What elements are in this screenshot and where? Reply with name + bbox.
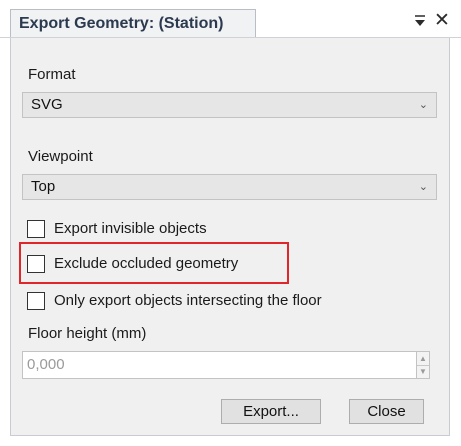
floor-height-label: Floor height (mm) [28, 325, 147, 342]
floor-height-spinner[interactable]: ▲ ▼ [416, 351, 430, 379]
chevron-down-icon: ⌄ [418, 181, 428, 193]
format-value: SVG [31, 96, 63, 113]
export-button[interactable]: Export... [221, 399, 321, 424]
option-intersect-floor[interactable]: Only export objects intersecting the flo… [27, 292, 427, 312]
intersect-floor-label: Only export objects intersecting the flo… [54, 292, 322, 309]
viewpoint-dropdown[interactable]: Top ⌄ [22, 174, 437, 200]
spin-down-icon[interactable]: ▼ [417, 365, 429, 378]
tab-export-geometry[interactable]: Export Geometry: (Station) [10, 9, 256, 38]
floor-height-value: 0,000 [27, 356, 65, 373]
close-button[interactable]: Close [349, 399, 424, 424]
option-exclude-occluded[interactable]: Exclude occluded geometry [27, 255, 285, 275]
exclude-occluded-label: Exclude occluded geometry [54, 255, 239, 272]
viewpoint-value: Top [31, 178, 56, 195]
tab-strip: Export Geometry: (Station) ✕ [0, 0, 461, 38]
intersect-floor-checkbox[interactable] [27, 292, 45, 310]
pin-icon[interactable] [412, 12, 428, 30]
chevron-down-icon: ⌄ [418, 99, 428, 111]
exclude-occluded-checkbox[interactable] [27, 255, 45, 273]
close-icon[interactable]: ✕ [434, 11, 450, 30]
format-dropdown[interactable]: SVG ⌄ [22, 92, 437, 118]
floor-height-input[interactable]: 0,000 [22, 351, 417, 379]
option-export-invisible[interactable]: Export invisible objects [27, 220, 327, 240]
viewpoint-label: Viewpoint [28, 148, 93, 165]
export-invisible-label: Export invisible objects [54, 220, 207, 237]
tab-title: Export Geometry: (Station) [19, 15, 224, 32]
format-label: Format [28, 66, 76, 83]
spin-up-icon[interactable]: ▲ [417, 352, 429, 366]
export-invisible-checkbox[interactable] [27, 220, 45, 238]
